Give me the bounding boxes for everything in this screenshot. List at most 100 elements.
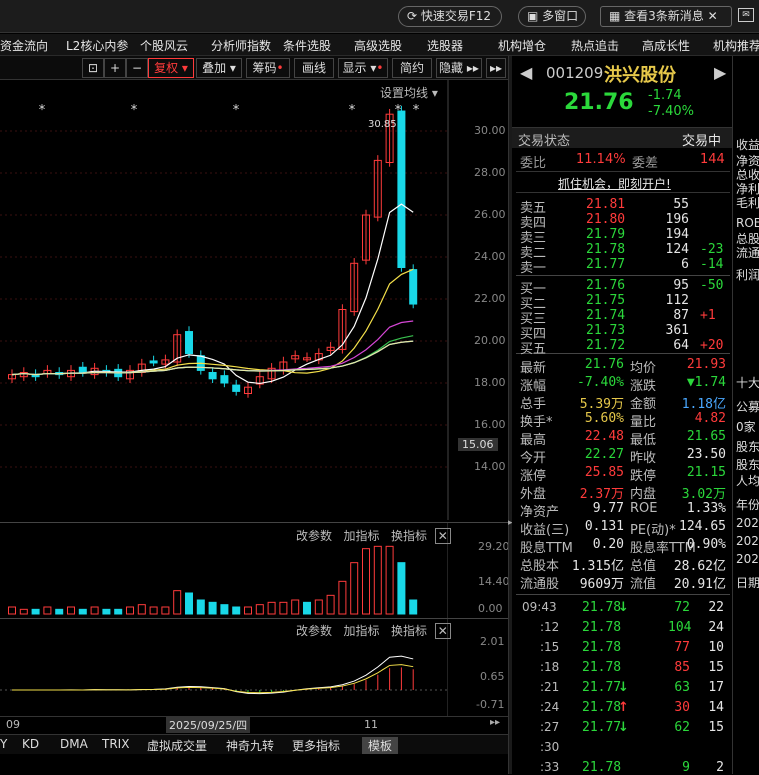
- chart-toolbar: ⊡ + − 复权 ▾ 叠加 ▾ 筹码• 画线 显示 ▾• 简约 隐藏 ▸▸ ▸▸: [0, 56, 508, 80]
- bid-volume: 112: [665, 293, 689, 308]
- fuquan-button[interactable]: 复权 ▾: [148, 58, 194, 78]
- prev-stock-icon[interactable]: ◀: [520, 63, 532, 82]
- menu-item[interactable]: 资金流向: [0, 37, 48, 54]
- menu-item[interactable]: 机构推荐: [713, 37, 759, 54]
- change-params-button[interactable]: 改参数: [296, 529, 332, 543]
- tab-virtual-volume[interactable]: 虚拟成交量: [147, 737, 207, 754]
- price-change-pct: -7.40%: [648, 104, 694, 119]
- ticks-divider: [516, 594, 730, 595]
- event-marker: *: [413, 103, 420, 118]
- add-indicator-button[interactable]: 加指标: [343, 529, 379, 543]
- f10-item: 收益: [736, 138, 759, 152]
- candle: [220, 375, 229, 384]
- volume-bar: [196, 599, 205, 615]
- tick-volume: 62: [674, 720, 690, 735]
- xianshi-button[interactable]: 显示 ▾•: [338, 58, 388, 78]
- top-bar: ⟳ 快速交易F12 ▣ 多窗口 ▦ 查看3条新消息 ✕ ✉: [0, 0, 759, 33]
- volume-bar: [102, 608, 111, 615]
- stat-value: 22.27: [584, 447, 624, 462]
- candle: [409, 269, 418, 305]
- stat-label: PE(动)*: [630, 523, 676, 538]
- menu-item[interactable]: L2核心内参: [66, 37, 128, 54]
- volume-bar: [185, 592, 193, 615]
- tick-time: :33: [540, 760, 560, 774]
- stat-value: 3.02万: [681, 487, 726, 502]
- f10-item: 利润: [736, 268, 759, 282]
- ask-volume: 194: [665, 227, 689, 242]
- bid-price: 21.75: [586, 293, 626, 308]
- ask-change: -23: [700, 242, 724, 257]
- zoom-out-icon[interactable]: −: [126, 58, 148, 78]
- menu-item[interactable]: 热点追击: [571, 37, 619, 54]
- menu-item[interactable]: 选股器: [427, 37, 463, 54]
- price-tick: 24.00: [474, 250, 506, 263]
- menu-item[interactable]: 分析师指数: [211, 37, 271, 54]
- switch-indicator-button[interactable]: 换指标: [391, 529, 427, 543]
- zoom-in-icon[interactable]: +: [104, 58, 126, 78]
- f10-item: 十大: [736, 376, 759, 390]
- close-icon[interactable]: ✕: [434, 528, 451, 544]
- volume-bar: [78, 608, 87, 615]
- close-icon[interactable]: ✕: [434, 623, 451, 639]
- tab-nine-turn[interactable]: 神奇九转: [226, 737, 274, 754]
- price-tick: 16.00: [474, 418, 506, 431]
- tab-y[interactable]: Y: [0, 737, 7, 751]
- stat-value: 1.315亿: [571, 559, 624, 574]
- lock-icon[interactable]: ⊡: [82, 58, 104, 78]
- ask-price: 21.78: [586, 242, 626, 257]
- tab-kd[interactable]: KD: [22, 737, 39, 751]
- tab-trix[interactable]: TRIX: [102, 737, 129, 751]
- tick-time: :18: [540, 660, 560, 674]
- quick-trade-button[interactable]: ⟳ 快速交易F12: [398, 6, 502, 27]
- jianyue-button[interactable]: 简约: [392, 58, 432, 78]
- tick-time: :24: [540, 700, 560, 714]
- price-tick: 18.00: [474, 376, 506, 389]
- expand-icon[interactable]: ▸▸: [486, 58, 506, 78]
- menu-item[interactable]: 高成长性: [642, 37, 690, 54]
- close-icon[interactable]: ✕: [708, 9, 718, 23]
- xianshi-label: 显示: [342, 61, 367, 75]
- huaxian-button[interactable]: 画线: [294, 58, 334, 78]
- price-change: -1.74: [648, 88, 682, 103]
- promo-bar[interactable]: 抓住机会，即刻开户!: [516, 171, 730, 193]
- tick-price: 21.78: [582, 600, 622, 615]
- volume-bar: [161, 606, 170, 615]
- multi-window-button[interactable]: ▣ 多窗口: [518, 6, 586, 27]
- wb-value: 11.14%: [576, 152, 626, 167]
- mail-icon[interactable]: ✉: [738, 8, 754, 22]
- next-stock-icon[interactable]: ▶: [714, 63, 726, 82]
- menu-item[interactable]: 高级选股: [354, 37, 402, 54]
- quick-trade-label: 快速交易F12: [420, 9, 492, 23]
- menu-item[interactable]: 条件选股: [283, 37, 331, 54]
- diejia-button[interactable]: 叠加 ▾: [196, 58, 242, 78]
- add-indicator-button[interactable]: 加指标: [343, 624, 379, 638]
- new-messages-button[interactable]: ▦ 查看3条新消息 ✕: [600, 6, 732, 27]
- menu-item[interactable]: 个股风云: [140, 37, 188, 54]
- tab-more-indicators[interactable]: 更多指标: [292, 737, 340, 754]
- menu-item[interactable]: 机构增仓: [498, 37, 546, 54]
- scroll-right-icon[interactable]: ▸▸: [490, 717, 500, 728]
- tick-count: 17: [708, 680, 724, 695]
- current-price: 21.76: [564, 90, 634, 115]
- chouma-button[interactable]: 筹码•: [246, 58, 290, 78]
- f10-item: 年份: [736, 498, 759, 512]
- volume-bar: [255, 604, 264, 615]
- tab-template[interactable]: 模板: [362, 737, 399, 754]
- ma-setting-label[interactable]: 设置均线 ▾: [380, 84, 438, 101]
- volume-bar: [55, 608, 64, 615]
- tab-dma[interactable]: DMA: [60, 737, 88, 751]
- change-params-button[interactable]: 改参数: [296, 624, 332, 638]
- tick-time: :12: [540, 620, 560, 634]
- ask-volume: 6: [681, 257, 689, 272]
- tick-volume: 9: [682, 760, 690, 775]
- kline-chart[interactable]: * * * * * *: [0, 80, 508, 520]
- trade-status-label: 交易状态: [518, 134, 571, 149]
- f10-panel: 收益 净资 总收 净利 毛利 ROE 总股 流通 利润 十大 公募 0家 股东 股东 人均 年份 202 202 2…: [732, 56, 759, 774]
- trade-status-value: 交易中: [682, 134, 722, 149]
- switch-indicator-button[interactable]: 换指标: [391, 624, 427, 638]
- yincang-button[interactable]: 隐藏 ▸▸: [436, 58, 482, 78]
- promo-link[interactable]: 抓住机会，即刻开户!: [558, 175, 671, 192]
- stat-label: 外盘: [520, 487, 547, 502]
- stat-value: 4.82: [694, 411, 726, 426]
- stats-divider: [516, 353, 730, 354]
